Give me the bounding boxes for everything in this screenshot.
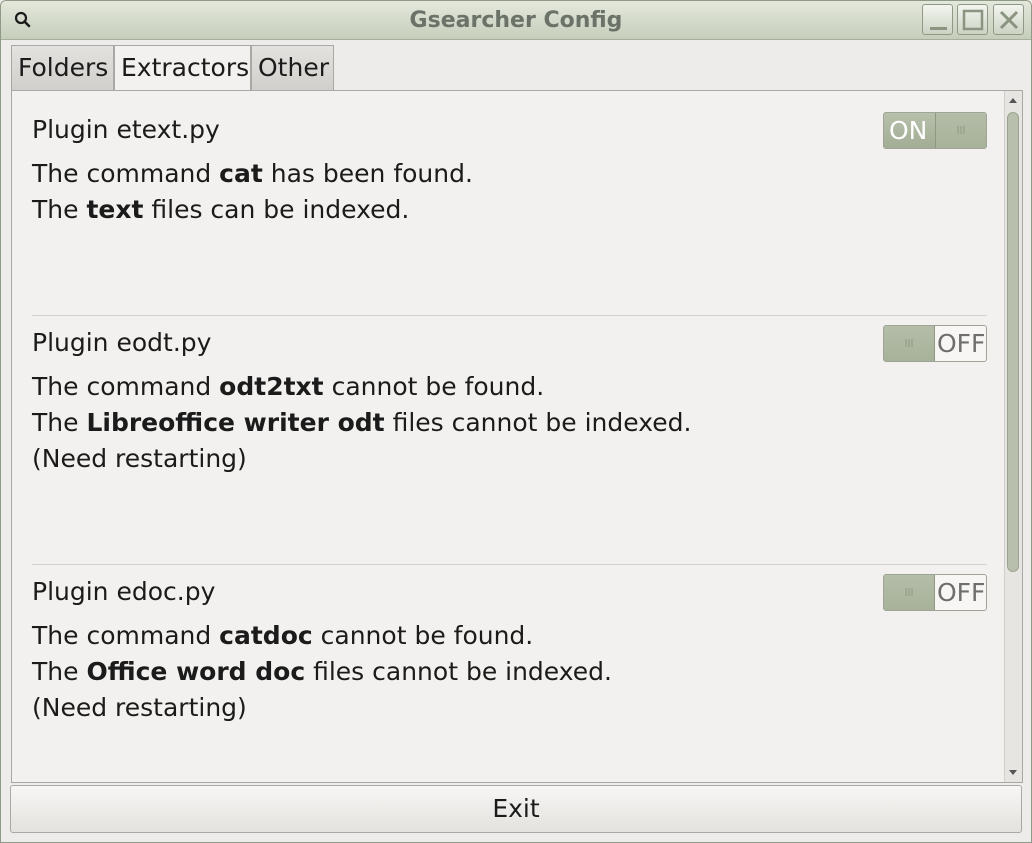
status-text: has been found. (262, 159, 473, 188)
switch-knob (884, 326, 935, 361)
separator (32, 315, 987, 316)
file-type-name: Office word doc (86, 657, 306, 686)
plugin-edoc-toggle[interactable]: OFF (883, 574, 987, 611)
plugin-eodt-toggle[interactable]: OFF (883, 325, 987, 362)
status-text: cannot be found. (312, 621, 534, 650)
status-text: The (32, 195, 87, 224)
status-text: The command (32, 159, 220, 188)
status-text: The (32, 408, 87, 437)
plugin-name: Plugin eodt.py (32, 328, 212, 357)
status-text: cannot be found. (323, 372, 545, 401)
plugin-status-line: The Office word doc files cannot be inde… (32, 654, 987, 690)
vertical-scrollbar[interactable] (1004, 91, 1022, 782)
separator (32, 564, 987, 565)
file-type-name: text (86, 195, 144, 224)
close-icon (999, 10, 1019, 30)
status-text: The command (32, 621, 220, 650)
switch-knob (884, 575, 935, 610)
switch-state-label: OFF (937, 329, 986, 358)
restart-note: (Need restarting) (32, 693, 247, 722)
plugin-status-line: The text files can be indexed. (32, 192, 987, 228)
window-title: Gsearcher Config (409, 8, 623, 33)
switch-state-label: OFF (937, 578, 986, 607)
plugin-etext: Plugin etext.py The command cat has been… (32, 112, 987, 228)
plugin-name: Plugin etext.py (32, 115, 220, 144)
status-text: The command (32, 372, 220, 401)
status-text: files cannot be indexed. (384, 408, 692, 437)
grip-icon (905, 588, 913, 596)
command-name: odt2txt (219, 372, 324, 401)
plugin-etext-toggle[interactable]: ON (883, 112, 987, 149)
close-button[interactable] (993, 4, 1024, 35)
exit-button[interactable]: Exit (10, 785, 1022, 833)
scroll-down-arrow-icon[interactable] (1008, 769, 1018, 777)
plugin-status-line: The command cat has been found. (32, 156, 987, 192)
minimize-button[interactable] (922, 4, 953, 35)
plugin-status-line: The command catdoc cannot be found. (32, 618, 987, 654)
file-type-name: Libreoffice writer odt (86, 408, 385, 437)
plugin-status-line: The command odt2txt cannot be found. (32, 369, 987, 405)
plugin-status-line: The Libreoffice writer odt files cannot … (32, 405, 987, 441)
command-name: catdoc (219, 621, 313, 650)
minimize-icon (930, 27, 947, 30)
plugin-edoc: Plugin edoc.py The command catdoc cannot… (32, 574, 987, 726)
command-name: cat (219, 159, 263, 188)
plugin-name: Plugin edoc.py (32, 577, 216, 606)
switch-knob (935, 113, 986, 148)
plugin-eodt: Plugin eodt.py The command odt2txt canno… (32, 325, 987, 477)
app-window: Gsearcher Config Folders Extractors Othe… (0, 0, 1032, 843)
restart-note: (Need restarting) (32, 444, 247, 473)
title-bar: Gsearcher Config (1, 1, 1031, 40)
grip-icon (905, 339, 913, 347)
status-text: files can be indexed. (143, 195, 410, 224)
scrollbar-thumb[interactable] (1007, 112, 1019, 572)
tab-other[interactable]: Other (251, 45, 334, 91)
maximize-icon (962, 9, 984, 31)
extractors-panel: Plugin etext.py The command cat has been… (11, 90, 1023, 783)
tab-extractors[interactable]: Extractors (114, 45, 251, 92)
maximize-button[interactable] (957, 4, 988, 35)
scroll-up-arrow-icon[interactable] (1008, 96, 1018, 104)
tab-folders[interactable]: Folders (11, 45, 114, 91)
status-text: files cannot be indexed. (305, 657, 612, 686)
status-text: The (32, 657, 87, 686)
grip-icon (957, 126, 965, 134)
switch-state-label: ON (889, 116, 928, 145)
